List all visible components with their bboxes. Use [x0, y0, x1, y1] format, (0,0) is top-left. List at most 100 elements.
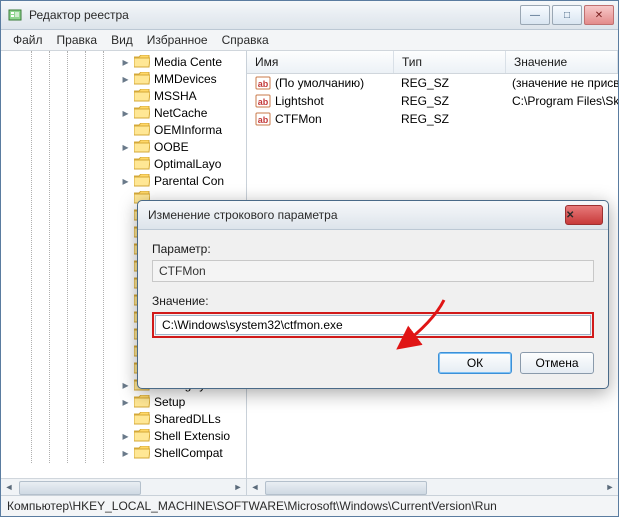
tree-item[interactable]: ▸ShellCompat — [1, 444, 246, 461]
tree-item[interactable]: ▸Setup — [1, 393, 246, 410]
list-row[interactable]: abLightshotREG_SZC:\Program Files\Sk — [247, 92, 618, 110]
expander-icon[interactable]: ▸ — [121, 380, 130, 389]
expander-icon[interactable] — [121, 329, 130, 338]
edit-string-dialog: Изменение строкового параметра ✕ Парамет… — [137, 200, 609, 389]
tree-item-label: Shell Extensio — [154, 429, 230, 443]
expander-icon[interactable] — [121, 363, 130, 372]
cell-value: C:\Program Files\Sk — [504, 93, 618, 109]
tree-item[interactable]: ▸NetCache — [1, 104, 246, 121]
expander-icon[interactable] — [121, 227, 130, 236]
expander-icon[interactable]: ▸ — [121, 74, 130, 83]
tree-item[interactable]: ▸OOBE — [1, 138, 246, 155]
tree-item[interactable]: OptimalLayo — [1, 155, 246, 172]
tree-item-label: OEMInforma — [154, 123, 222, 137]
expander-icon[interactable] — [121, 312, 130, 321]
folder-icon — [134, 106, 150, 119]
svg-text:ab: ab — [258, 97, 269, 107]
expander-icon[interactable] — [121, 91, 130, 100]
col-name[interactable]: Имя — [247, 51, 394, 73]
folder-icon — [134, 446, 150, 459]
value-input[interactable] — [155, 315, 591, 335]
folder-icon — [134, 140, 150, 153]
expander-icon[interactable] — [121, 261, 130, 270]
scroll-right-icon[interactable]: ► — [602, 479, 618, 495]
tree-item[interactable]: ▸ MMDevices — [1, 70, 246, 87]
tree-item-label: Media Cente — [154, 55, 222, 69]
cell-value — [504, 118, 618, 120]
expander-icon[interactable] — [121, 346, 130, 355]
folder-icon — [134, 123, 150, 136]
expander-icon[interactable]: ▸ — [121, 397, 130, 406]
tree-item[interactable]: OEMInforma — [1, 121, 246, 138]
cell-type: REG_SZ — [393, 93, 504, 109]
status-path: Компьютер\HKEY_LOCAL_MACHINE\SOFTWARE\Mi… — [7, 499, 497, 513]
expander-icon[interactable] — [121, 159, 130, 168]
menu-help[interactable]: Справка — [216, 31, 275, 49]
menu-file[interactable]: Файл — [7, 31, 49, 49]
cell-value: (значение не присв — [504, 75, 618, 91]
maximize-button[interactable]: □ — [552, 5, 582, 25]
folder-icon — [134, 395, 150, 408]
ok-button[interactable]: ОК — [438, 352, 512, 374]
expander-icon[interactable]: ▸ — [121, 142, 130, 151]
tree-item[interactable]: SharedDLLs — [1, 410, 246, 427]
expander-icon[interactable] — [121, 278, 130, 287]
menu-edit[interactable]: Правка — [51, 31, 104, 49]
dialog-titlebar[interactable]: Изменение строкового параметра ✕ — [138, 201, 608, 230]
tree-item-label: OptimalLayo — [154, 157, 221, 171]
scroll-left-icon[interactable]: ◄ — [1, 479, 17, 495]
expander-icon[interactable] — [121, 414, 130, 423]
cell-type: REG_SZ — [393, 111, 504, 127]
expander-icon[interactable] — [121, 295, 130, 304]
tree-item[interactable]: ▸Parental Con — [1, 172, 246, 189]
folder-icon — [134, 89, 150, 102]
expander-icon[interactable]: ▸ — [121, 176, 130, 185]
cell-name: ab(По умолчанию) — [247, 74, 393, 92]
expander-icon[interactable]: ▸ — [121, 448, 130, 457]
tree-item[interactable]: ▸ Shell Extensio — [1, 427, 246, 444]
list-row[interactable]: ab(По умолчанию)REG_SZ(значение не присв — [247, 74, 618, 92]
tree-item[interactable]: MSSHA — [1, 87, 246, 104]
list-row[interactable]: abCTFMonREG_SZ — [247, 110, 618, 128]
folder-icon — [134, 55, 150, 68]
folder-icon — [134, 157, 150, 170]
window-title: Редактор реестра — [29, 8, 520, 22]
minimize-button[interactable]: — — [520, 5, 550, 25]
scroll-left-icon[interactable]: ◄ — [247, 479, 263, 495]
scroll-right-icon[interactable]: ► — [230, 479, 246, 495]
string-value-icon: ab — [255, 75, 271, 91]
menu-favorites[interactable]: Избранное — [141, 31, 214, 49]
list-header[interactable]: Имя Тип Значение — [247, 51, 618, 74]
cancel-button[interactable]: Отмена — [520, 352, 594, 374]
cell-name: abCTFMon — [247, 110, 393, 128]
tree-hscroll[interactable]: ◄ ► — [1, 478, 246, 495]
list-hscroll[interactable]: ◄ ► — [247, 478, 618, 495]
value-label: Значение: — [152, 294, 594, 308]
tree-item-label: MMDevices — [154, 72, 217, 86]
dialog-title: Изменение строкового параметра — [148, 208, 565, 222]
expander-icon[interactable] — [121, 210, 130, 219]
expander-icon[interactable] — [121, 244, 130, 253]
tree-item[interactable]: ▸ Media Cente — [1, 53, 246, 70]
col-value[interactable]: Значение — [506, 51, 618, 73]
close-button[interactable]: ✕ — [584, 5, 614, 25]
expander-icon[interactable]: ▸ — [121, 108, 130, 117]
menu-view[interactable]: Вид — [105, 31, 139, 49]
statusbar: Компьютер\HKEY_LOCAL_MACHINE\SOFTWARE\Mi… — [1, 495, 618, 516]
expander-icon[interactable]: ▸ — [121, 431, 130, 440]
param-readonly: CTFMon — [152, 260, 594, 282]
titlebar[interactable]: Редактор реестра — □ ✕ — [1, 1, 618, 30]
col-type[interactable]: Тип — [394, 51, 506, 73]
svg-text:ab: ab — [258, 115, 269, 125]
dialog-close-button[interactable]: ✕ — [565, 205, 603, 225]
folder-icon — [134, 72, 150, 85]
scroll-thumb[interactable] — [265, 481, 427, 495]
param-label: Параметр: — [152, 242, 594, 256]
expander-icon[interactable] — [121, 125, 130, 134]
string-value-icon: ab — [255, 111, 271, 127]
folder-icon — [134, 429, 150, 442]
expander-icon[interactable] — [121, 193, 130, 202]
string-value-icon: ab — [255, 93, 271, 109]
scroll-thumb[interactable] — [19, 481, 141, 495]
expander-icon[interactable]: ▸ — [121, 57, 130, 66]
